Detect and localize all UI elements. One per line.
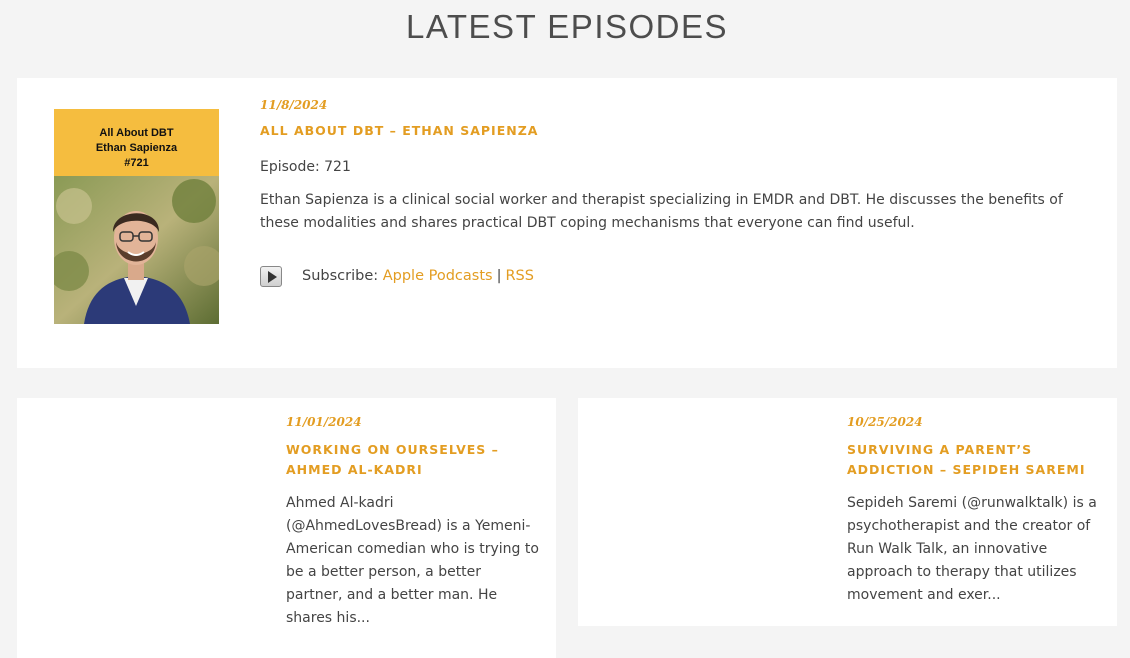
episode-cover-image[interactable]: All About DBT Ethan Sapienza #721 — [54, 109, 219, 324]
section-title: LATEST EPISODES — [405, 8, 729, 45]
episode-card: 10/25/2024 SURVIVING A PARENT’S ADDICTIO… — [578, 398, 1117, 626]
episode-title-link[interactable]: SURVIVING A PARENT’S ADDICTION – SEPIDEH… — [847, 440, 1092, 480]
link-separator: | — [496, 268, 502, 284]
rss-link[interactable]: RSS — [505, 268, 533, 284]
featured-episode-card: All About DBT Ethan Sapienza #721 11/8/2… — [17, 78, 1117, 368]
episode-description: Ethan Sapienza is a clinical social work… — [260, 192, 1063, 231]
guest-photo — [54, 176, 219, 324]
cover-banner: All About DBT Ethan Sapienza #721 — [54, 109, 219, 176]
cover-line-1: All About DBT — [99, 127, 174, 139]
episode-excerpt: Ahmed Al-kadri (@AhmedLovesBread) is a Y… — [286, 495, 539, 626]
episode-title-link[interactable]: ALL ABOUT DBT – ETHAN SAPIENZA — [260, 121, 538, 141]
episode-number: Episode: 721 — [260, 159, 351, 175]
episode-date: 11/01/2024 — [286, 415, 362, 429]
apple-podcasts-link[interactable]: Apple Podcasts — [383, 268, 493, 284]
episode-date: 11/8/2024 — [260, 98, 328, 112]
episode-date: 10/25/2024 — [847, 415, 923, 429]
play-icon[interactable] — [260, 266, 282, 287]
episode-card: 11/01/2024 WORKING ON OURSELVES – AHMED … — [17, 398, 556, 658]
cover-line-3: #721 — [124, 157, 149, 169]
cover-line-2: Ethan Sapienza — [95, 142, 178, 154]
episode-excerpt: Sepideh Saremi (@runwalktalk) is a psych… — [847, 495, 1097, 603]
subscribe-row: Subscribe: Apple Podcasts | RSS — [302, 265, 534, 288]
subscribe-label: Subscribe: — [302, 268, 379, 284]
episode-title-link[interactable]: WORKING ON OURSELVES – AHMED AL-KADRI — [286, 440, 531, 480]
